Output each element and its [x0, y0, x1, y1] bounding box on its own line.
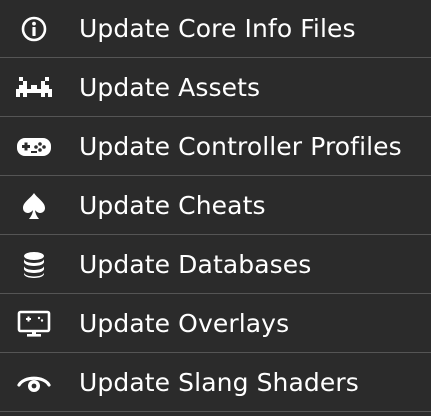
spade-icon — [16, 191, 52, 221]
space-invader-icon — [16, 73, 52, 103]
eye-icon — [16, 368, 52, 398]
monitor-icon — [16, 309, 52, 339]
menu-item-update-databases[interactable]: Update Databases — [0, 236, 431, 294]
updater-menu: Update Core Info Files Update Assets Upd… — [0, 0, 431, 416]
menu-item-label: Update Assets — [79, 72, 261, 102]
database-icon — [16, 250, 52, 280]
menu-item-label: Update Databases — [79, 249, 312, 279]
menu-item-label: Update Cheats — [79, 190, 266, 220]
menu-item-update-cheats[interactable]: Update Cheats — [0, 177, 431, 235]
menu-item-update-core-info-files[interactable]: Update Core Info Files — [0, 0, 431, 58]
menu-item-update-assets[interactable]: Update Assets — [0, 59, 431, 117]
info-icon — [16, 14, 52, 44]
menu-item-update-slang-shaders[interactable]: Update Slang Shaders — [0, 354, 431, 412]
menu-item-label: Update Controller Profiles — [79, 131, 402, 161]
gamepad-icon — [16, 132, 52, 162]
menu-item-update-overlays[interactable]: Update Overlays — [0, 295, 431, 353]
menu-item-label: Update Core Info Files — [79, 13, 356, 43]
menu-item-label: Update Overlays — [79, 308, 290, 338]
menu-item-update-controller-profiles[interactable]: Update Controller Profiles — [0, 118, 431, 176]
menu-item-label: Update Slang Shaders — [79, 367, 359, 397]
